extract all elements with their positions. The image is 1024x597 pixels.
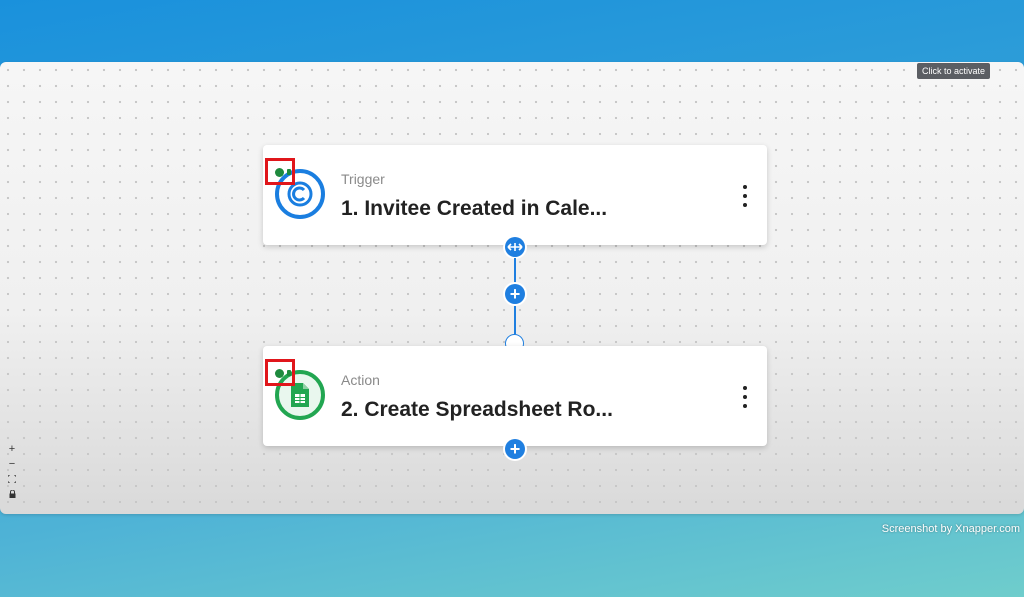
zoom-controls: + − [4, 442, 20, 501]
lock-button[interactable] [4, 487, 20, 501]
status-indicator [265, 158, 295, 185]
status-dot-icon [275, 369, 284, 378]
plus-icon: + [509, 284, 521, 304]
step-title: 1. Invitee Created in Cale... [341, 197, 608, 220]
zoom-in-button[interactable]: + [4, 442, 20, 456]
kebab-dot-icon [743, 395, 747, 399]
connector-line [514, 306, 516, 334]
action-step-card[interactable]: Action 2. Create Spreadsheet Ro... [263, 346, 767, 446]
activate-tooltip: Click to activate [916, 63, 990, 79]
status-dot-secondary [287, 169, 291, 175]
zoom-out-button[interactable]: − [4, 457, 20, 471]
step-type-label: Action [341, 372, 380, 388]
swap-steps-button[interactable] [505, 237, 525, 257]
kebab-dot-icon [743, 185, 747, 189]
status-dot-secondary [287, 370, 291, 376]
lock-icon [9, 490, 15, 498]
screenshot-watermark: Screenshot by Xnapper.com [881, 523, 1020, 535]
status-indicator [265, 359, 295, 386]
fit-view-icon [8, 475, 16, 483]
add-step-button[interactable]: + [505, 439, 525, 459]
connector-line [514, 258, 516, 284]
trigger-step-card[interactable]: Trigger 1. Invitee Created in Cale... [263, 145, 767, 245]
kebab-dot-icon [743, 194, 747, 198]
step-menu-button[interactable] [739, 185, 751, 207]
step-type-label: Trigger [341, 171, 385, 187]
add-step-button[interactable]: + [505, 284, 525, 304]
kebab-dot-icon [743, 386, 747, 390]
step-menu-button[interactable] [739, 386, 751, 408]
kebab-dot-icon [743, 203, 747, 207]
plus-icon: + [509, 439, 521, 459]
step-title: 2. Create Spreadsheet Ro... [341, 398, 613, 421]
kebab-dot-icon [743, 404, 747, 408]
workflow-canvas[interactable]: Click to activate Trigger 1. Invitee Cre… [0, 62, 1024, 514]
fit-view-button[interactable] [4, 472, 20, 486]
status-dot-icon [275, 168, 284, 177]
swap-arrows-icon [507, 243, 523, 251]
